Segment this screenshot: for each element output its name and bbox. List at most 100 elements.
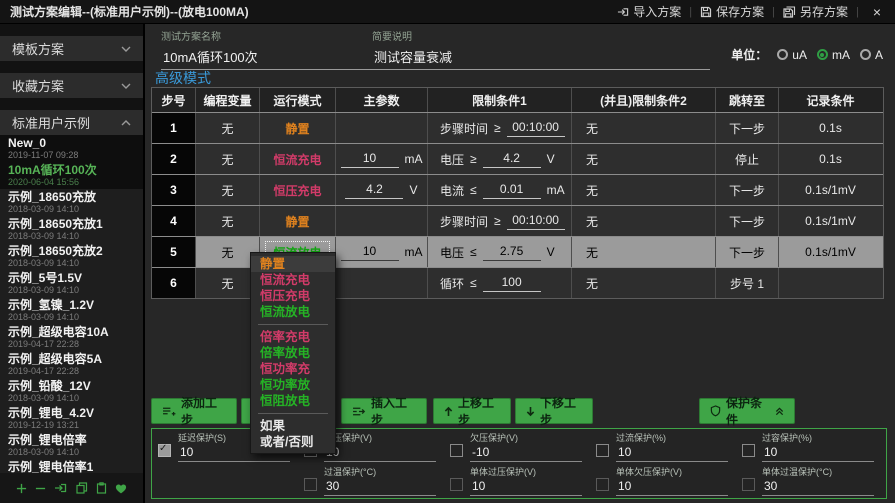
heart-icon[interactable] <box>115 483 127 494</box>
checkbox-icon[interactable] <box>450 478 463 491</box>
add-step-button[interactable]: 添加工步 <box>151 398 237 424</box>
insert-step-button[interactable]: 插入工步 <box>341 398 427 424</box>
param-cell[interactable] <box>336 268 428 298</box>
jump-cell[interactable]: 停止 <box>716 144 779 174</box>
plan-item[interactable]: 示例_锂电_4.2V 2019-12-19 13:21 <box>0 405 143 432</box>
dropdown-item[interactable]: 倍率放电 <box>251 345 335 361</box>
record-cell[interactable]: 0.1s/1mV <box>779 175 882 205</box>
condition1-cell[interactable]: 步骤时间≥00:10:00 <box>428 113 572 143</box>
dropdown-item[interactable]: 恒流放电 <box>251 304 335 320</box>
import-plan-button[interactable]: 导入方案 <box>617 3 681 20</box>
record-cell[interactable]: 0.1s/1mV <box>779 206 882 236</box>
jump-cell[interactable]: 下一步 <box>716 237 779 267</box>
add-icon[interactable] <box>16 483 27 494</box>
param-cell[interactable] <box>336 206 428 236</box>
dropdown-item[interactable]: 恒阻放电 <box>251 393 335 409</box>
sidebar-section-favorite-plans[interactable]: 收藏方案 <box>0 73 143 98</box>
dropdown-item[interactable]: 恒功率充 <box>251 361 335 377</box>
condition1-cell[interactable]: 步骤时间≥00:10:00 <box>428 206 572 236</box>
checkbox-icon[interactable] <box>304 478 317 491</box>
plan-item[interactable]: 示例_18650充放2 2018-03-09 14:10 <box>0 243 143 270</box>
condition2-cell[interactable]: 无 <box>572 144 716 174</box>
condition1-cell[interactable]: 电流≤0.01mA <box>428 175 572 205</box>
record-cell[interactable]: 0.1s/1mV <box>779 237 882 267</box>
record-cell[interactable]: 0.1s <box>779 113 882 143</box>
plan-item[interactable]: 示例_锂电倍率 2018-03-09 14:10 <box>0 432 143 459</box>
copy-icon[interactable] <box>76 482 88 494</box>
save-as-plan-button[interactable]: 另存方案 <box>783 3 848 20</box>
plan-item[interactable]: 示例_18650充放 2018-03-09 14:10 <box>0 189 143 216</box>
unit-option-ma[interactable]: mA <box>817 48 850 62</box>
checkbox-checked-icon[interactable] <box>158 444 171 457</box>
move-down-button[interactable]: 下移工步 <box>515 398 593 424</box>
sidebar-section-template-plans[interactable]: 模板方案 <box>0 36 143 61</box>
paste-icon[interactable] <box>96 482 107 494</box>
import-icon[interactable] <box>54 482 67 494</box>
protection-value-input[interactable]: 10 <box>616 478 728 496</box>
param-cell[interactable]: 4.2V <box>336 175 428 205</box>
checkbox-icon[interactable] <box>596 444 609 457</box>
record-cell[interactable] <box>779 268 882 298</box>
condition2-cell[interactable]: 无 <box>572 268 716 298</box>
protection-value-input[interactable]: 10 <box>762 444 874 462</box>
mode-cell[interactable]: 恒压充电 <box>260 175 336 205</box>
mode-cell[interactable]: 静置 <box>260 206 336 236</box>
plan-item[interactable]: 示例_超级电容5A 2019-04-17 22:28 <box>0 351 143 378</box>
param-cell[interactable] <box>336 113 428 143</box>
condition2-cell[interactable]: 无 <box>572 237 716 267</box>
protection-value-input[interactable]: 10 <box>324 444 436 462</box>
table-row[interactable]: 4 无 静置 步骤时间≥00:10:00 无 下一步 0.1s/1mV <box>152 206 883 237</box>
dropdown-item[interactable]: 恒流充电 <box>251 272 335 288</box>
plan-item[interactable]: 示例_氢镍_1.2V 2018-03-09 14:10 <box>0 297 143 324</box>
condition2-cell[interactable]: 无 <box>572 113 716 143</box>
protection-value-input[interactable]: 30 <box>324 478 436 496</box>
mode-cell[interactable]: 静置 <box>260 113 336 143</box>
jump-cell[interactable]: 步号 1 <box>716 268 779 298</box>
protection-value-input[interactable]: 30 <box>762 478 874 496</box>
condition2-cell[interactable]: 无 <box>572 175 716 205</box>
param-cell[interactable]: 10mA <box>336 237 428 267</box>
plan-item[interactable]: New_0 2019-11-07 09:28 <box>0 135 143 162</box>
condition1-cell[interactable]: 电压≥4.2V <box>428 144 572 174</box>
plan-item-selected[interactable]: 10mA循环100次 2020-06-04 15:56 <box>0 162 143 189</box>
jump-cell[interactable]: 下一步 <box>716 113 779 143</box>
protection-conditions-button[interactable]: 保护条件 <box>699 398 795 424</box>
record-cell[interactable]: 0.1s <box>779 144 882 174</box>
checkbox-icon[interactable] <box>742 444 755 457</box>
dropdown-item[interactable]: 静置 <box>251 256 335 272</box>
plan-item[interactable]: 示例_铅酸_12V 2018-03-09 14:10 <box>0 378 143 405</box>
protection-value-input[interactable]: 10 <box>616 444 728 462</box>
unit-option-a[interactable]: A <box>860 48 883 62</box>
condition1-cell[interactable]: 循环≤100 <box>428 268 572 298</box>
dropdown-item[interactable]: 倍率充电 <box>251 329 335 345</box>
dropdown-item[interactable]: 恒压充电 <box>251 288 335 304</box>
variable-cell[interactable]: 无 <box>196 206 260 236</box>
dropdown-item[interactable]: 如果 <box>251 418 335 434</box>
unit-option-ua[interactable]: uA <box>777 48 807 62</box>
plan-item[interactable]: 示例_18650充放1 2018-03-09 14:10 <box>0 216 143 243</box>
jump-cell[interactable]: 下一步 <box>716 206 779 236</box>
plan-item[interactable]: 示例_超级电容10A 2019-04-17 22:28 <box>0 324 143 351</box>
mode-cell[interactable]: 恒流充电 <box>260 144 336 174</box>
checkbox-icon[interactable] <box>596 478 609 491</box>
move-up-button[interactable]: 上移工步 <box>433 398 511 424</box>
table-row[interactable]: 2 无 恒流充电 10mA 电压≥4.2V 无 停止 0.1s <box>152 144 883 175</box>
plan-desc-input[interactable]: 测试容量衰减 <box>372 45 710 70</box>
protection-value-input[interactable]: 10 <box>470 478 582 496</box>
checkbox-icon[interactable] <box>450 444 463 457</box>
close-button[interactable]: × <box>867 4 887 20</box>
table-row[interactable]: 3 无 恒压充电 4.2V 电流≤0.01mA 无 下一步 0.1s/1mV <box>152 175 883 206</box>
variable-cell[interactable]: 无 <box>196 144 260 174</box>
variable-cell[interactable]: 无 <box>196 113 260 143</box>
protection-value-input[interactable]: -10 <box>470 444 582 462</box>
param-cell[interactable]: 10mA <box>336 144 428 174</box>
dropdown-item[interactable]: 恒功率放 <box>251 377 335 393</box>
variable-cell[interactable]: 无 <box>196 175 260 205</box>
dropdown-item[interactable]: 或者/否则 <box>251 434 335 450</box>
sidebar-section-standard-examples[interactable]: 标准用户示例 <box>0 110 143 135</box>
remove-icon[interactable] <box>35 483 46 494</box>
checkbox-icon[interactable] <box>742 478 755 491</box>
jump-cell[interactable]: 下一步 <box>716 175 779 205</box>
condition1-cell[interactable]: 电压≤2.75V <box>428 237 572 267</box>
save-plan-button[interactable]: 保存方案 <box>700 3 764 20</box>
